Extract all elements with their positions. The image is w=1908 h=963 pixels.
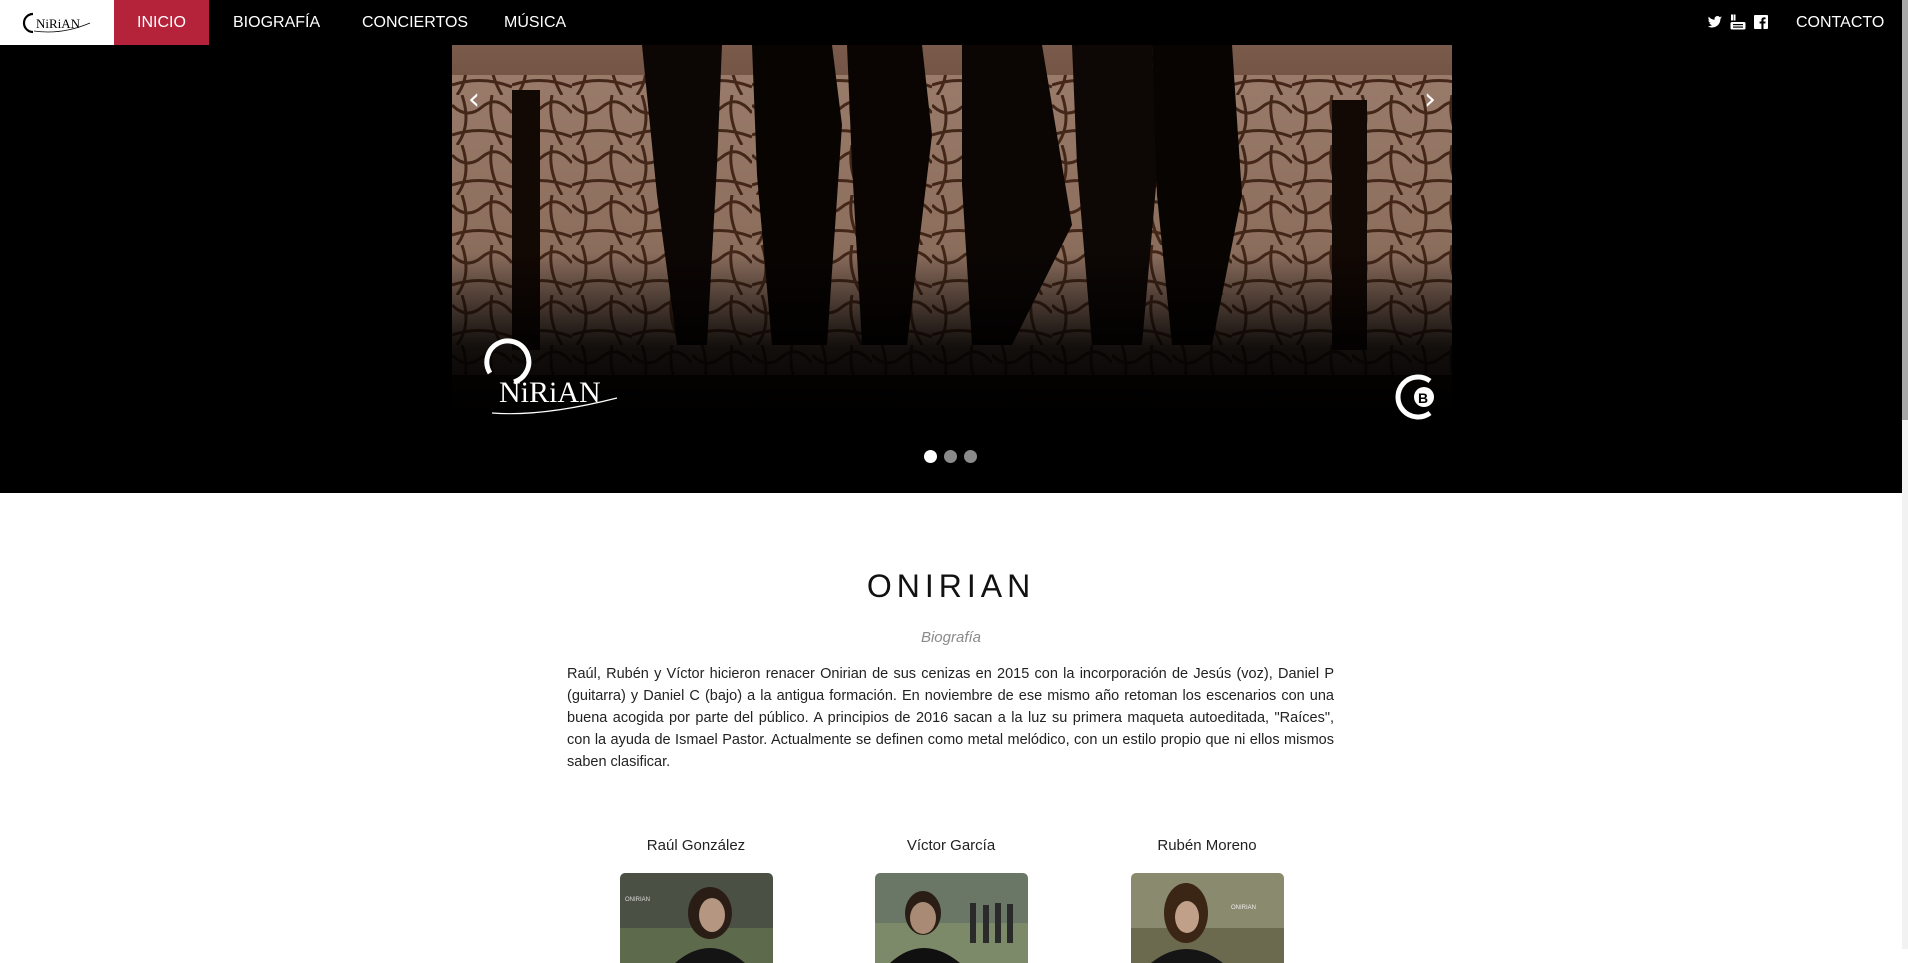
- member-photo[interactable]: [874, 873, 1028, 963]
- nav-item-biografia[interactable]: BIOGRAFÍA: [233, 0, 320, 45]
- member-card: Víctor García: [841, 837, 1061, 963]
- section-subtitle: Biografía: [920, 629, 982, 646]
- top-navbar: NiRiAN INICIO BIOGRAFÍA CONCIERTOS MÚSIC…: [0, 0, 1902, 45]
- carousel-prev-arrow[interactable]: ‹: [468, 85, 480, 115]
- twitter-icon[interactable]: [1707, 14, 1723, 30]
- hero-carousel: NiRiAN B ‹ ›: [0, 45, 1902, 493]
- carousel-slide-image: NiRiAN B: [452, 45, 1452, 423]
- svg-text:NiRiAN: NiRiAN: [499, 376, 601, 409]
- carousel-dot-3[interactable]: [964, 450, 977, 463]
- facebook-icon[interactable]: [1753, 14, 1769, 30]
- member-card: Rubén Moreno ONIRIAN: [1097, 837, 1317, 963]
- nav-item-contacto[interactable]: CONTACTO: [1796, 0, 1884, 45]
- svg-text:B: B: [1418, 390, 1428, 406]
- band-biography: Raúl, Rubén y Víctor hicieron renacer On…: [567, 666, 1334, 770]
- svg-text:ONIRIAN: ONIRIAN: [1231, 905, 1256, 911]
- member-name: Rubén Moreno: [1157, 837, 1257, 854]
- scrollbar-thumb[interactable]: [1902, 0, 1908, 420]
- member-name: Víctor García: [906, 837, 996, 854]
- carousel-next-arrow[interactable]: ›: [1424, 85, 1436, 115]
- youtube-icon[interactable]: [1730, 14, 1746, 30]
- page-scrollbar[interactable]: [1902, 0, 1908, 949]
- band-title: ONIRIAN: [866, 568, 1036, 604]
- nav-item-inicio[interactable]: INICIO: [114, 0, 209, 45]
- svg-text:ONIRIAN: ONIRIAN: [625, 897, 650, 903]
- brand-logo-link[interactable]: NiRiAN: [0, 0, 114, 45]
- nav-item-musica[interactable]: MÚSICA: [504, 0, 566, 45]
- member-name: Raúl González: [646, 837, 746, 854]
- carousel-dot-2[interactable]: [944, 450, 957, 463]
- carousel-indicators: [924, 450, 977, 463]
- onirian-logo: NiRiAN: [22, 12, 91, 33]
- member-photo[interactable]: ONIRIAN: [619, 873, 773, 963]
- nav-item-conciertos[interactable]: CONCIERTOS: [362, 0, 468, 45]
- member-photo[interactable]: ONIRIAN: [1130, 873, 1284, 963]
- member-card: Raúl González ONIRIAN: [586, 837, 806, 963]
- carousel-dot-1[interactable]: [924, 450, 937, 463]
